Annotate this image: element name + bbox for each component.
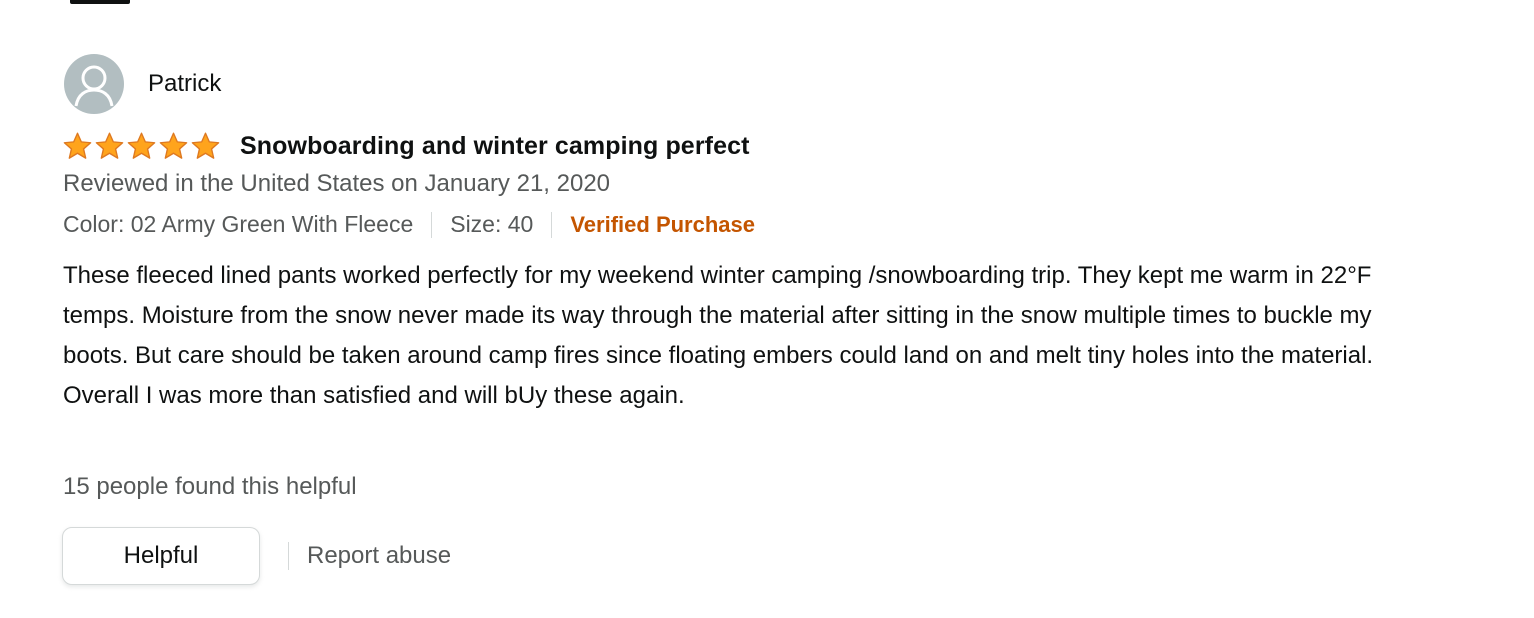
- user-avatar-icon: [64, 54, 124, 114]
- report-abuse-link[interactable]: Report abuse: [307, 542, 451, 570]
- reviewer-name[interactable]: Patrick: [148, 70, 221, 98]
- review-actions: Helpful Report abuse: [62, 526, 451, 586]
- review-body: These fleeced lined pants worked perfect…: [63, 262, 1374, 409]
- review-title[interactable]: Snowboarding and winter camping perfect: [240, 132, 750, 161]
- review-title-row: Snowboarding and winter camping perfect: [62, 128, 750, 164]
- verified-purchase-badge[interactable]: Verified Purchase: [570, 212, 755, 238]
- star-rating[interactable]: [62, 131, 221, 161]
- star-icon: [159, 132, 188, 159]
- action-divider: [288, 542, 289, 570]
- review-page: Patrick Snowboarding and winter camping …: [0, 0, 1534, 618]
- star-icon: [127, 132, 156, 159]
- meta-divider: [551, 211, 553, 238]
- color-variant-link[interactable]: Color: 02 Army Green With Fleece: [63, 211, 413, 238]
- size-variant-link[interactable]: Size: 40: [450, 211, 533, 238]
- reviewer-profile[interactable]: Patrick: [64, 54, 221, 114]
- review-format-strip: Color: 02 Army Green With Fleece Size: 4…: [63, 211, 755, 238]
- star-icon: [63, 132, 92, 159]
- helpful-count: 15 people found this helpful: [63, 473, 357, 500]
- star-icon: [95, 132, 124, 159]
- helpful-button[interactable]: Helpful: [62, 527, 260, 585]
- star-icon: [191, 132, 220, 159]
- cropped-heading-fragment: [70, 0, 130, 4]
- review-date: Reviewed in the United States on January…: [63, 170, 611, 197]
- meta-divider: [431, 211, 433, 238]
